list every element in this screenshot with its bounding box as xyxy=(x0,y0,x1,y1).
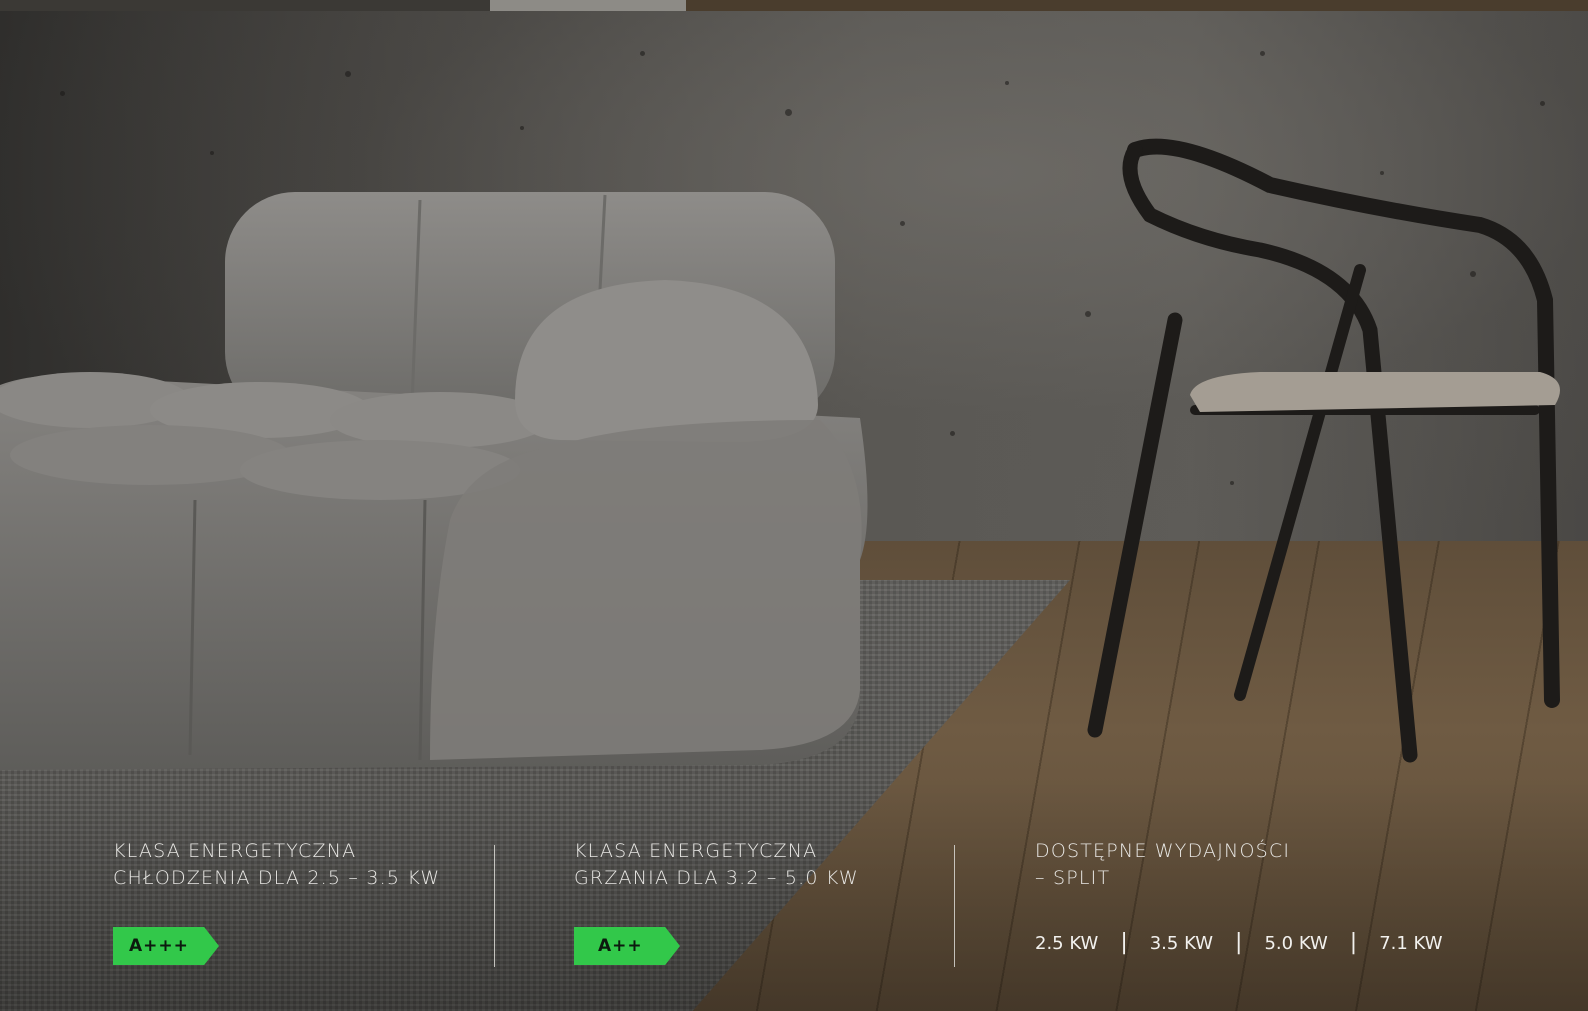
capacities-heading-line-2: – SPLIT xyxy=(1035,867,1111,889)
capacity-item: 7.1 KW xyxy=(1379,932,1443,954)
capacity-item: 2.5 KW xyxy=(1035,932,1099,954)
capacities-heading: DOSTĘPNE WYDAJNOŚCI – SPLIT xyxy=(1035,838,1555,892)
cooling-heading: KLASA ENERGETYCZNA CHŁODZENIA DLA 2.5 – … xyxy=(113,838,473,892)
capacity-item: 3.5 KW xyxy=(1149,932,1214,954)
heating-heading: KLASA ENERGETYCZNA GRZANIA DLA 3.2 – 5.0… xyxy=(574,838,934,892)
capacity-separator: | xyxy=(1349,930,1358,955)
available-capacities: DOSTĘPNE WYDAJNOŚCI – SPLIT 2.5 KW | 3.5… xyxy=(1035,838,1555,954)
capacity-separator: | xyxy=(1120,930,1128,955)
heating-heading-line-2: GRZANIA DLA 3.2 – 5.0 KW xyxy=(574,867,859,889)
capacity-list: 2.5 KW | 3.5 KW | 5.0 KW | 7.1 KW xyxy=(1035,932,1443,954)
cooling-heading-line-2: CHŁODZENIA DLA 2.5 – 3.5 KW xyxy=(113,867,441,889)
cooling-energy-badge: A+++ xyxy=(113,927,219,965)
cooling-heading-line-1: KLASA ENERGETYCZNA xyxy=(113,840,357,862)
wooden-armchair xyxy=(1087,138,1560,763)
chair-back-leg xyxy=(1234,264,1366,701)
chair-front-left-leg xyxy=(1087,312,1183,738)
capacities-heading-line-1: DOSTĘPNE WYDAJNOŚCI xyxy=(1035,840,1291,862)
heating-energy-badge: A++ xyxy=(574,927,680,965)
heating-energy-class: KLASA ENERGETYCZNA GRZANIA DLA 3.2 – 5.0… xyxy=(574,838,934,965)
heating-heading-line-1: KLASA ENERGETYCZNA xyxy=(574,840,818,862)
capacity-separator: | xyxy=(1235,930,1243,955)
chair-front-right-leg xyxy=(1122,142,1418,763)
cooling-energy-class: KLASA ENERGETYCZNA CHŁODZENIA DLA 2.5 – … xyxy=(113,838,473,965)
capacity-item: 5.0 KW xyxy=(1264,932,1328,954)
hero-section: KLASA ENERGETYCZNA CHŁODZENIA DLA 2.5 – … xyxy=(0,0,1588,1011)
bottom-shade-overlay xyxy=(0,780,1588,1011)
column-divider xyxy=(954,845,955,967)
modular-sofa xyxy=(0,192,868,770)
sofa-side-module xyxy=(430,420,862,760)
column-divider xyxy=(494,845,495,967)
